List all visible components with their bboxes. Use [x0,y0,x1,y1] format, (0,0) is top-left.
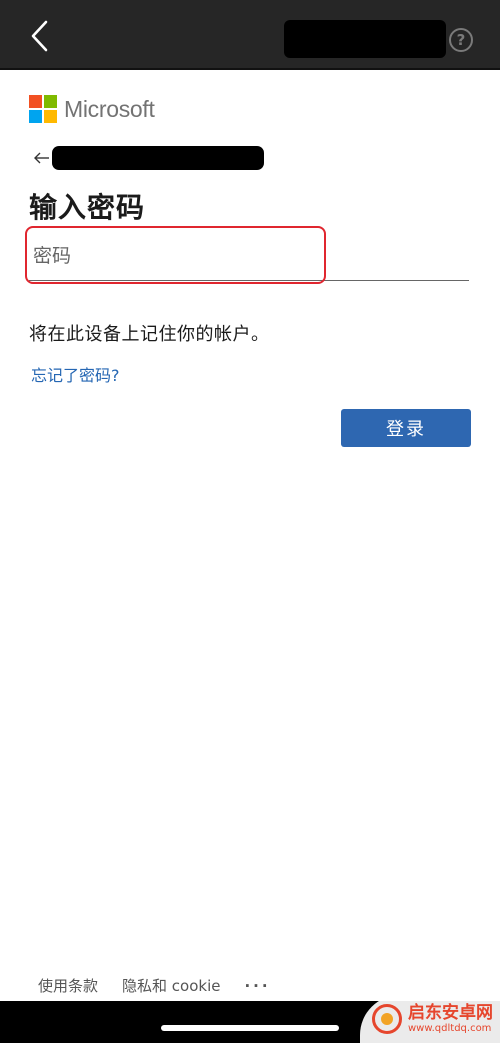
watermark-logo-dot [381,1013,393,1025]
watermark-url: www.qdltdq.com [408,1022,492,1034]
watermark: 启东安卓网 www.qdltdq.com [360,995,500,1043]
watermark-text: 启东安卓网 www.qdltdq.com [408,1004,493,1034]
arrow-left-icon [34,152,49,164]
microsoft-logo: Microsoft [29,95,155,123]
redacted-email [52,146,264,170]
logo-square-yellow [44,110,57,123]
redacted-title [284,20,446,58]
microsoft-logo-icon [29,95,57,123]
password-input[interactable] [29,231,469,281]
screen: ? Microsoft 输入密码 将在此设备上记住你的帐户。 忘记了密码? 登录… [0,0,500,1043]
top-bar: ? [0,0,500,70]
terms-link[interactable]: 使用条款 [38,975,98,996]
brand-name: Microsoft [64,95,155,122]
watermark-name: 启东安卓网 [408,1003,493,1024]
forgot-password-link[interactable]: 忘记了密码? [31,362,120,386]
sign-in-button[interactable]: 登录 [341,409,471,447]
logo-square-green [44,95,57,108]
chevron-left-icon [31,20,48,52]
footer: 使用条款 隐私和 cookie ··· [38,975,271,996]
logo-square-blue [29,110,42,123]
help-icon: ? [456,31,466,49]
identity-row [34,146,264,170]
password-field-wrapper [29,231,469,281]
identity-back-button[interactable] [34,150,50,166]
logo-square-red [29,95,42,108]
back-button[interactable] [18,14,62,58]
more-options-button[interactable]: ··· [244,977,270,995]
home-indicator[interactable] [161,1025,339,1031]
page-title: 输入密码 [29,191,146,224]
remember-account-text: 将在此设备上记住你的帐户。 [29,324,270,345]
privacy-link[interactable]: 隐私和 cookie [122,975,220,996]
help-button[interactable]: ? [449,28,473,52]
watermark-logo-icon [372,1004,402,1034]
